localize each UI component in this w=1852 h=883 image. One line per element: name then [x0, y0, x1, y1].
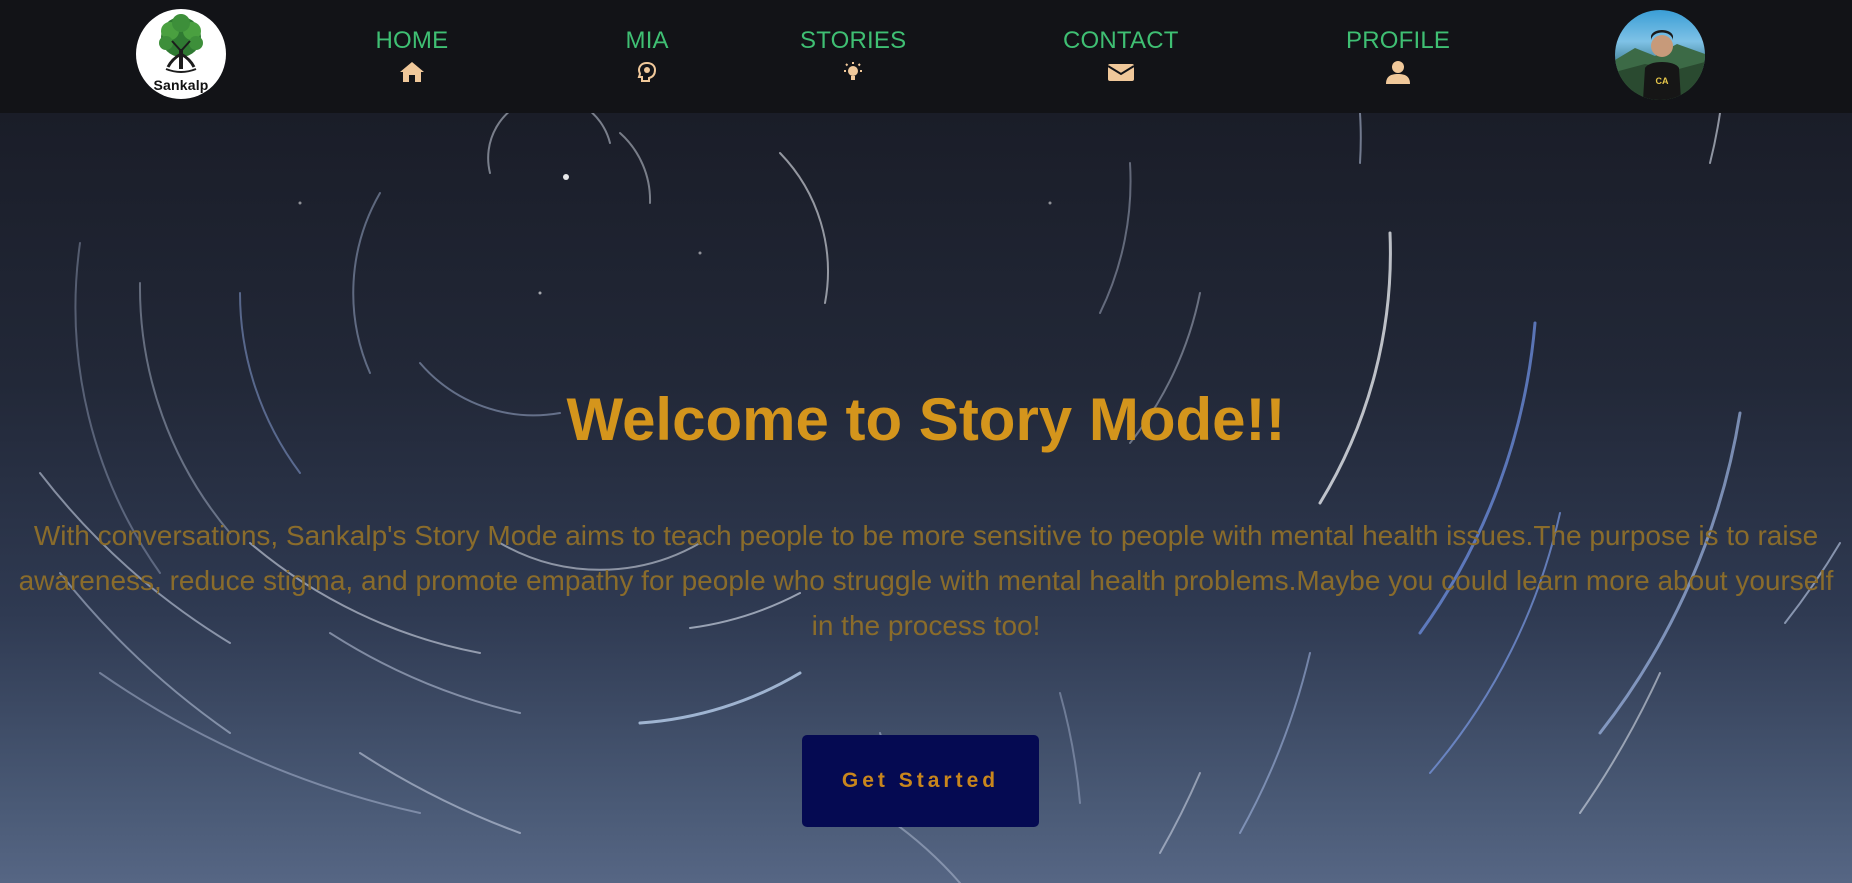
- top-navbar: Sankalp HOME MIA STORIES CONTACT PROFILE…: [0, 0, 1852, 113]
- brand-logo[interactable]: Sankalp: [136, 9, 226, 99]
- user-icon: [1385, 59, 1411, 85]
- hero-title: Welcome to Story Mode!!: [566, 386, 1286, 453]
- hero-description: With conversations, Sankalp's Story Mode…: [18, 520, 1834, 641]
- nav-item-home[interactable]: HOME: [376, 27, 449, 85]
- nav-label-mia: MIA: [625, 27, 669, 54]
- svg-text:CA: CA: [1656, 76, 1669, 86]
- lightbulb-icon: [841, 59, 865, 85]
- get-started-button[interactable]: Get Started: [802, 735, 1039, 827]
- envelope-icon: [1107, 59, 1135, 85]
- nav-item-contact[interactable]: CONTACT: [1063, 27, 1179, 85]
- nav-label-contact: CONTACT: [1063, 27, 1179, 54]
- hero-section: Welcome to Story Mode!! With conversatio…: [0, 113, 1852, 883]
- profile-avatar[interactable]: CA: [1615, 10, 1705, 100]
- nav-label-stories: STORIES: [800, 27, 907, 54]
- nav-item-mia[interactable]: MIA: [626, 27, 669, 85]
- brand-name: Sankalp: [153, 77, 209, 93]
- nav-label-home: HOME: [375, 27, 449, 54]
- nav-item-stories[interactable]: STORIES: [800, 27, 906, 85]
- nav-label-profile: PROFILE: [1346, 27, 1451, 54]
- nav-item-profile[interactable]: PROFILE: [1346, 27, 1450, 85]
- head-bulb-icon: [636, 59, 658, 85]
- avatar-image: CA: [1615, 30, 1705, 100]
- home-icon: [398, 59, 426, 85]
